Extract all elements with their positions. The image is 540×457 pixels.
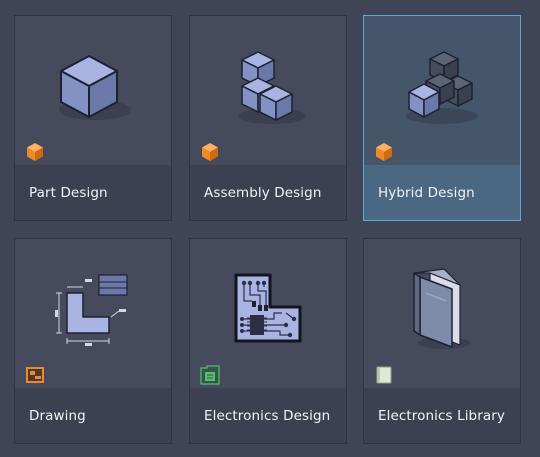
- tile-caption: Part Design: [15, 165, 171, 220]
- tile-label: Drawing: [29, 407, 86, 424]
- tile-drawing[interactable]: Drawing: [14, 238, 172, 444]
- tile-label: Hybrid Design: [378, 184, 475, 201]
- tile-caption: Drawing: [15, 388, 171, 443]
- tile-assembly-design[interactable]: Assembly Design: [189, 15, 347, 221]
- tile-caption: Hybrid Design: [364, 165, 520, 220]
- tile-part-design[interactable]: Part Design: [14, 15, 172, 221]
- tile-label: Electronics Library: [378, 407, 505, 424]
- tile-caption: Electronics Design: [190, 388, 346, 443]
- electronics-badge-icon: [200, 365, 220, 385]
- drawing-badge-icon: [26, 367, 44, 383]
- tile-caption: Electronics Library: [364, 388, 520, 443]
- part-badge-icon: [27, 143, 43, 161]
- tile-label: Assembly Design: [204, 184, 322, 201]
- hybrid-badge-icon: [376, 143, 392, 161]
- assembly-badge-icon: [202, 143, 218, 161]
- tile-hybrid-design[interactable]: Hybrid Design: [363, 15, 521, 221]
- tile-electronics-library[interactable]: Electronics Library: [363, 238, 521, 444]
- tile-label: Electronics Design: [204, 407, 331, 424]
- tile-electronics-design[interactable]: Electronics Design: [189, 238, 347, 444]
- template-grid: Part Design Assembly Design Hybrid Desig…: [0, 0, 540, 457]
- tile-caption: Assembly Design: [190, 165, 346, 220]
- library-badge-icon: [376, 366, 392, 384]
- tile-label: Part Design: [29, 184, 108, 201]
